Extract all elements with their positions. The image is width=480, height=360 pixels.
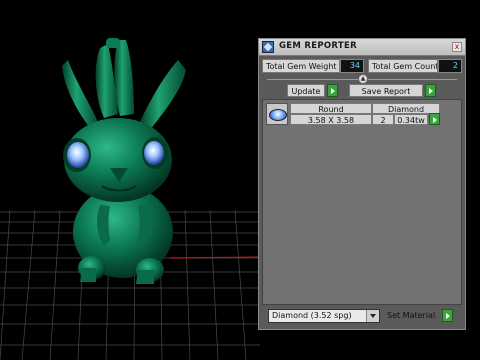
- update-play-icon[interactable]: [327, 84, 338, 97]
- update-button[interactable]: Update: [287, 84, 341, 97]
- right-gem-eye: [144, 141, 164, 165]
- gem-shape-header: Round: [290, 103, 372, 114]
- gem-reporter-panel: GEM REPORTER x Total Gem Weight 34 Total…: [258, 38, 466, 330]
- gem-count-cell: 2: [372, 114, 394, 125]
- gem-thumbnail[interactable]: [266, 103, 288, 125]
- total-gem-weight-label: Total Gem Weight: [262, 59, 340, 73]
- panel-footer: Diamond (3.52 spg) Set Material: [259, 307, 465, 327]
- gem-list: Round Diamond 3.58 X 3.58 2 0.34tw: [262, 99, 462, 305]
- left-gem-eye: [67, 142, 89, 168]
- total-gem-count-value: 2: [438, 59, 462, 73]
- save-report-button[interactable]: Save Report: [349, 84, 437, 97]
- save-report-play-icon[interactable]: [425, 84, 436, 97]
- gem-icon: [262, 41, 274, 53]
- save-report-label: Save Report: [349, 84, 423, 97]
- stats-row: Total Gem Weight 34 Total Gem Count 2: [262, 59, 462, 73]
- chevron-down-icon[interactable]: [366, 310, 379, 322]
- panel-title: GEM REPORTER: [279, 41, 357, 51]
- total-gem-weight-value: 34: [340, 59, 364, 73]
- set-material-label: Set Material: [387, 311, 436, 320]
- gem-weight-cell: 0.34tw: [394, 114, 428, 125]
- update-label: Update: [287, 84, 325, 97]
- gem-row-play-icon[interactable]: [429, 113, 440, 125]
- total-gem-count-label: Total Gem Count: [368, 59, 438, 73]
- set-material-button[interactable]: [442, 309, 453, 322]
- material-dropdown-value: Diamond (3.52 spg): [272, 311, 352, 320]
- panel-titlebar[interactable]: GEM REPORTER x: [259, 39, 465, 56]
- collapse-toggle-icon[interactable]: ▲: [358, 74, 368, 84]
- rabbit-model: [62, 38, 186, 284]
- material-dropdown[interactable]: Diamond (3.52 spg): [268, 309, 380, 323]
- round-diamond-icon: [269, 109, 287, 121]
- close-button[interactable]: x: [452, 42, 462, 52]
- gem-size-cell: 3.58 X 3.58: [290, 114, 372, 125]
